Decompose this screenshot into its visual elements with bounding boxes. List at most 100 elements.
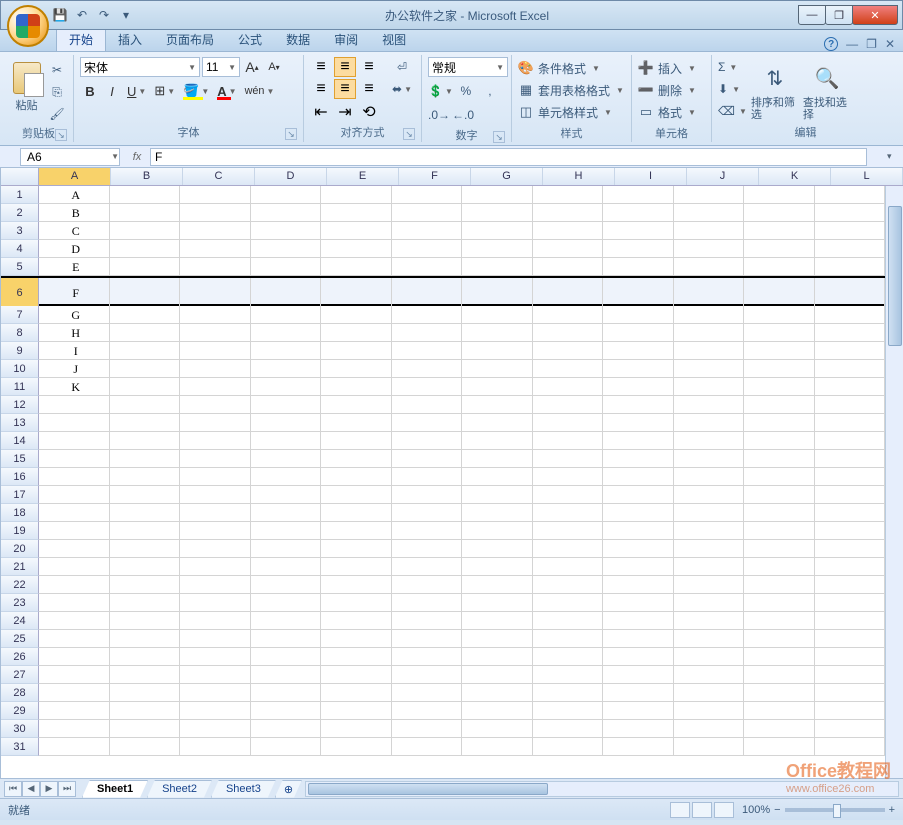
cell-H30[interactable] [533,720,604,738]
tab-home[interactable]: 开始 [56,27,106,51]
cell-D19[interactable] [251,522,322,540]
vscroll-thumb[interactable] [888,206,902,346]
cell-C5[interactable] [180,258,251,276]
cell-E9[interactable] [321,342,392,360]
cell-D5[interactable] [251,258,322,276]
cell-L1[interactable] [815,186,886,204]
cell-F17[interactable] [392,486,463,504]
cell-L7[interactable] [815,306,886,324]
cell-I18[interactable] [603,504,674,522]
cell-J9[interactable] [674,342,745,360]
column-header-C[interactable]: C [183,168,255,185]
cell-J1[interactable] [674,186,745,204]
column-header-E[interactable]: E [327,168,399,185]
cell-E29[interactable] [321,702,392,720]
cell-G29[interactable] [462,702,533,720]
cell-F22[interactable] [392,576,463,594]
cell-C7[interactable] [180,306,251,324]
cell-L30[interactable] [815,720,886,738]
cell-K3[interactable] [744,222,815,240]
save-icon[interactable]: 💾 [51,6,69,24]
cell-F4[interactable] [392,240,463,258]
cell-E27[interactable] [321,666,392,684]
row-header-24[interactable]: 24 [1,612,39,630]
cell-H25[interactable] [533,630,604,648]
cell-G6[interactable] [462,278,533,308]
cell-A13[interactable] [39,414,110,432]
cell-B25[interactable] [110,630,181,648]
cell-L25[interactable] [815,630,886,648]
cell-L6[interactable] [815,278,886,308]
cell-J31[interactable] [674,738,745,756]
cell-B2[interactable] [110,204,181,222]
cell-D3[interactable] [251,222,322,240]
cell-I15[interactable] [603,450,674,468]
cell-I25[interactable] [603,630,674,648]
cell-F28[interactable] [392,684,463,702]
cell-C19[interactable] [180,522,251,540]
cell-G20[interactable] [462,540,533,558]
cell-L20[interactable] [815,540,886,558]
column-header-B[interactable]: B [111,168,183,185]
cell-A7[interactable]: G [39,306,110,324]
cell-E30[interactable] [321,720,392,738]
cell-I28[interactable] [603,684,674,702]
sheet-tab-1[interactable]: Sheet1 [82,780,148,798]
column-header-F[interactable]: F [399,168,471,185]
cell-G5[interactable] [462,258,533,276]
cell-K9[interactable] [744,342,815,360]
column-header-G[interactable]: G [471,168,543,185]
cell-J6[interactable] [674,278,745,308]
row-header-23[interactable]: 23 [1,594,39,612]
cell-B21[interactable] [110,558,181,576]
cell-H11[interactable] [533,378,604,396]
cell-I21[interactable] [603,558,674,576]
cell-H22[interactable] [533,576,604,594]
row-header-7[interactable]: 7 [1,306,39,324]
cell-F25[interactable] [392,630,463,648]
cell-F31[interactable] [392,738,463,756]
cell-A2[interactable]: B [39,204,110,222]
cell-L29[interactable] [815,702,886,720]
row-header-22[interactable]: 22 [1,576,39,594]
cell-G14[interactable] [462,432,533,450]
cell-A3[interactable]: C [39,222,110,240]
row-header-31[interactable]: 31 [1,738,39,756]
cell-J8[interactable] [674,324,745,342]
row-header-13[interactable]: 13 [1,414,39,432]
cell-I1[interactable] [603,186,674,204]
cell-E18[interactable] [321,504,392,522]
alignment-launcher-icon[interactable]: ↘ [403,128,415,140]
cell-E1[interactable] [321,186,392,204]
bold-button[interactable]: B [80,81,100,101]
cell-G2[interactable] [462,204,533,222]
decrease-decimal-icon[interactable]: ←.0 [452,105,474,125]
cell-C16[interactable] [180,468,251,486]
cell-F3[interactable] [392,222,463,240]
cell-G23[interactable] [462,594,533,612]
fill-button[interactable]: ⬇▼ [718,79,747,99]
cell-D17[interactable] [251,486,322,504]
cell-C15[interactable] [180,450,251,468]
column-header-D[interactable]: D [255,168,327,185]
page-layout-view-icon[interactable] [692,802,712,818]
redo-icon[interactable]: ↷ [95,6,113,24]
cell-G15[interactable] [462,450,533,468]
cell-K8[interactable] [744,324,815,342]
cell-A31[interactable] [39,738,110,756]
cell-K1[interactable] [744,186,815,204]
cell-H13[interactable] [533,414,604,432]
align-center-icon[interactable]: ≡ [334,79,356,99]
cell-E3[interactable] [321,222,392,240]
cell-I12[interactable] [603,396,674,414]
cell-C10[interactable] [180,360,251,378]
cell-K26[interactable] [744,648,815,666]
cell-A1[interactable]: A [39,186,110,204]
cell-C8[interactable] [180,324,251,342]
row-header-9[interactable]: 9 [1,342,39,360]
cell-F26[interactable] [392,648,463,666]
cell-E15[interactable] [321,450,392,468]
cell-H6[interactable] [533,278,604,308]
cell-D20[interactable] [251,540,322,558]
cell-D12[interactable] [251,396,322,414]
